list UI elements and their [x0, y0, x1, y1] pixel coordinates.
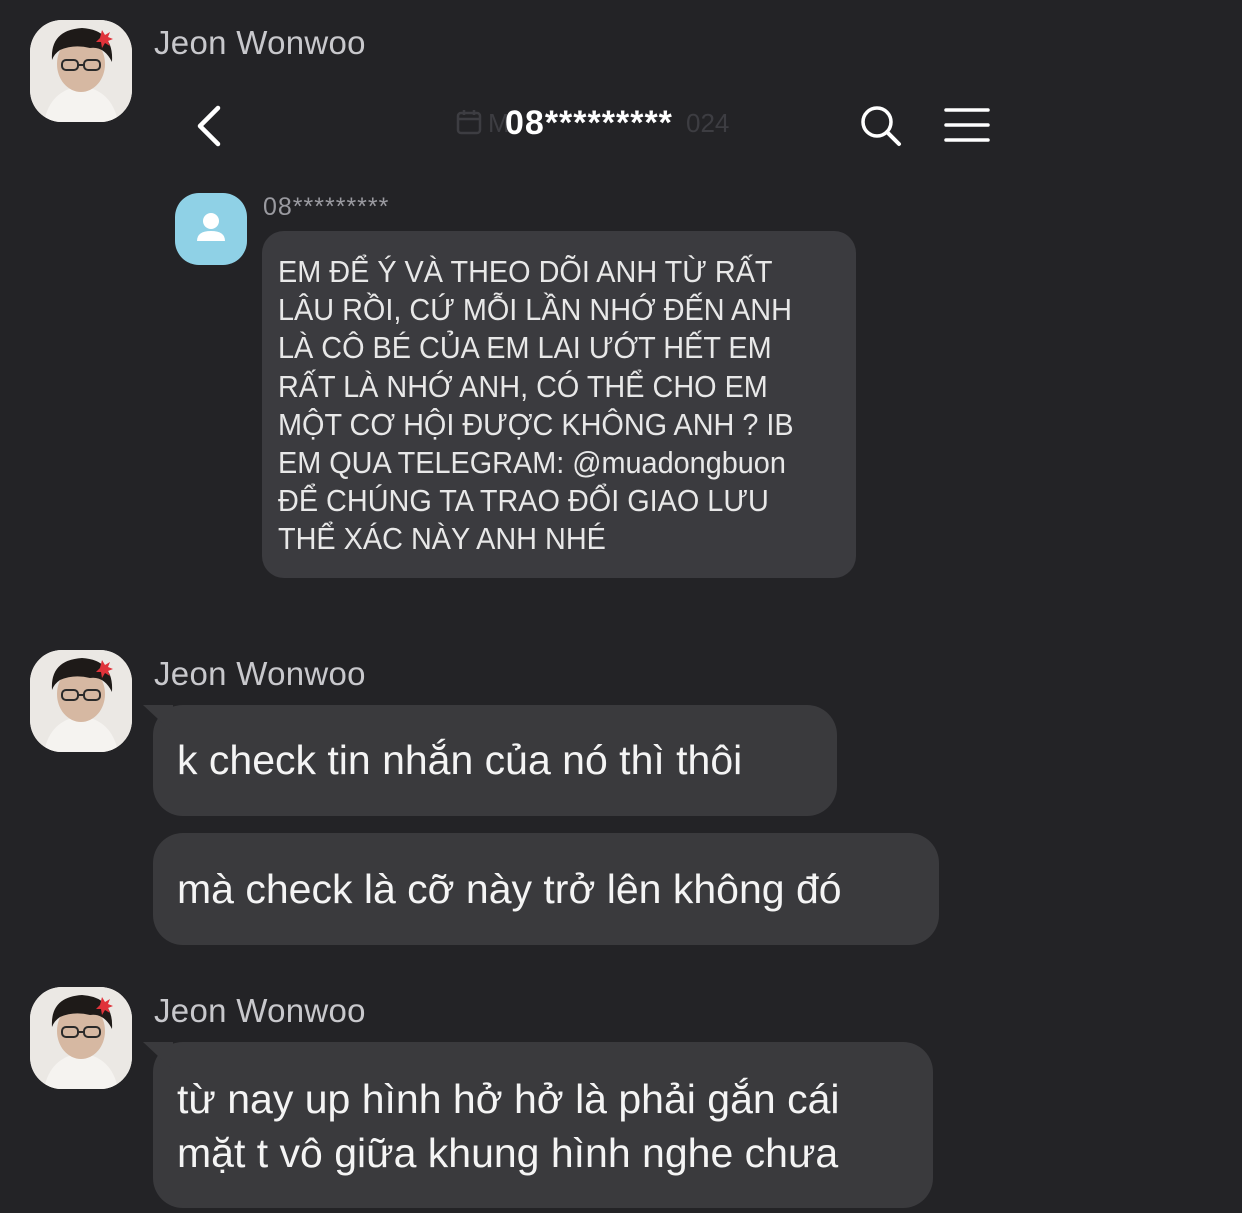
chat-bubble-text: mặt t vô giữa khung hình nghe chưa [177, 1130, 839, 1176]
sms-line: MỘT CƠ HỘI ĐƯỢC KHÔNG ANH ? IB [278, 406, 794, 442]
chat-bubble[interactable]: từ nay up hình hở hở là phải gắn cái mặt… [153, 1042, 933, 1208]
sms-line: LÂU RỒI, CỨ MỖI LẦN NHỚ ĐẾN ANH [278, 292, 792, 328]
person-icon [197, 213, 225, 241]
sms-line: LÀ CÔ BÉ CỦA EM LAI ƯỚT HẾT EM [278, 330, 772, 366]
chat-bubble-text: mà check là cỡ này trở lên không đó [177, 866, 842, 912]
sms-line: THỂ XÁC NÀY ANH NHÉ [278, 521, 606, 557]
sender-name: Jeon Wonwoo [154, 24, 366, 61]
menu-icon [944, 108, 990, 142]
chat-bubble-text: k check tin nhắn của nó thì thôi [177, 737, 743, 783]
sender-name: Jeon Wonwoo [154, 655, 366, 692]
sender-avatar[interactable] [30, 987, 132, 1089]
chat-bubble[interactable]: mà check là cỡ này trở lên không đó [153, 833, 939, 945]
sms-line: ĐỂ CHÚNG TA TRAO ĐỔI GIAO LƯU [278, 483, 769, 519]
back-chevron-icon [197, 105, 221, 147]
sms-line: EM QUA TELEGRAM: @muadongbuon [278, 445, 786, 481]
sms-message-bubble: EM ĐỂ Ý VÀ THEO DÕI ANH TỪ RẤT LÂU RỒI, … [262, 231, 856, 578]
sender-avatar[interactable] [30, 20, 132, 122]
search-icon [861, 106, 901, 146]
contact-avatar-icon [175, 193, 247, 265]
sms-line: EM ĐỂ Ý VÀ THEO DÕI ANH TỪ RẤT [278, 254, 773, 289]
sender-avatar[interactable] [30, 650, 132, 752]
sms-sender-number: 08********* [263, 193, 390, 221]
chat-bubble[interactable]: k check tin nhắn của nó thì thôi [153, 705, 837, 816]
calendar-icon [456, 110, 482, 135]
sms-line: RẤT LÀ NHỚ ANH, CÓ THỂ CHO EM [278, 368, 768, 404]
sender-name: Jeon Wonwoo [154, 992, 366, 1029]
header-ghost-right: 024 [686, 108, 730, 138]
profile-photo-icon [30, 987, 132, 1089]
profile-photo-icon [30, 650, 132, 752]
profile-photo-icon [30, 20, 132, 122]
chat-bubble-text: từ nay up hình hở hở là phải gắn cái [177, 1076, 840, 1122]
sms-header-title: 08********* [505, 104, 673, 142]
